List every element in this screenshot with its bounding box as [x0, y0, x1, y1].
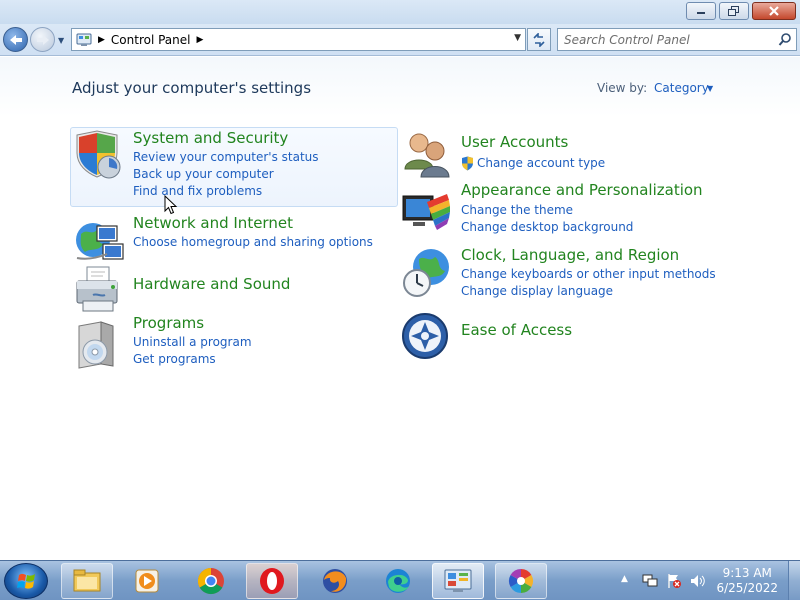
window-controls: [683, 2, 796, 20]
link-change-desktop-background[interactable]: Change desktop background: [461, 220, 633, 234]
close-icon: [769, 6, 779, 16]
taskbar-media-player-button[interactable]: [121, 563, 173, 599]
forward-button[interactable]: [30, 27, 55, 52]
ease-of-access-icon: [402, 313, 448, 359]
show-hidden-icons-arrow-icon[interactable]: ▲: [621, 574, 628, 584]
minimize-icon: [697, 12, 705, 14]
category-user-accounts[interactable]: User Accounts Change account type: [401, 129, 731, 185]
control-panel-content: Adjust your computer's settings View by:…: [0, 57, 800, 560]
search-icon[interactable]: [778, 32, 792, 47]
media-player-icon: [135, 569, 159, 593]
view-by-dropdown[interactable]: Category: [654, 81, 709, 95]
monitor-palette-icon: [402, 194, 450, 230]
opera-icon: [260, 568, 284, 594]
category-ease-of-access[interactable]: Ease of Access: [401, 310, 731, 362]
link-change-display-language[interactable]: Change display language: [461, 284, 613, 298]
control-panel-small-icon: [76, 33, 92, 46]
clock-globe-icon: [403, 249, 449, 297]
view-by-label: View by:: [597, 81, 648, 95]
category-title[interactable]: Ease of Access: [461, 321, 572, 339]
taskbar-control-panel-button[interactable]: [432, 563, 484, 599]
network-icon[interactable]: [642, 573, 658, 589]
firefox-icon: [323, 569, 347, 593]
users-icon: [404, 133, 450, 178]
link-change-account-type[interactable]: Change account type: [477, 156, 605, 170]
breadcrumb-control-panel[interactable]: Control Panel: [111, 33, 191, 47]
back-button[interactable]: [3, 27, 28, 52]
link-homegroup-sharing[interactable]: Choose homegroup and sharing options: [133, 235, 373, 249]
photos-icon: [508, 569, 534, 593]
restore-icon: [728, 6, 739, 16]
printer-icon: [76, 266, 118, 312]
refresh-button[interactable]: [527, 28, 551, 51]
back-arrow-icon: [9, 34, 22, 45]
chrome-icon: [197, 567, 224, 595]
programs-icon: [78, 321, 114, 369]
action-center-flag-icon[interactable]: [666, 573, 682, 589]
category-title[interactable]: Clock, Language, and Region: [461, 246, 679, 264]
category-title[interactable]: System and Security: [133, 129, 288, 147]
link-change-theme[interactable]: Change the theme: [461, 203, 573, 217]
taskbar: ▲ 9:13 AM 6/25/2022: [0, 560, 800, 600]
link-find-fix-problems[interactable]: Find and fix problems: [133, 184, 262, 198]
category-programs[interactable]: Programs Uninstall a program Get program…: [73, 314, 393, 374]
address-dropdown-icon[interactable]: ▼: [514, 33, 521, 43]
page-title: Adjust your computer's settings: [72, 79, 312, 97]
taskbar-edge-button[interactable]: [372, 563, 424, 599]
window-title-bar[interactable]: [0, 0, 800, 24]
start-button[interactable]: [4, 563, 48, 599]
edge-icon: [386, 569, 410, 593]
address-bar: ▼ ▶ Control Panel ▶ ▼: [0, 24, 800, 56]
link-change-keyboards[interactable]: Change keyboards or other input methods: [461, 267, 716, 281]
taskbar-opera-button[interactable]: [246, 563, 298, 599]
globe-network-icon: [76, 223, 124, 260]
file-explorer-icon: [73, 569, 101, 592]
search-input[interactable]: [558, 29, 758, 50]
volume-icon[interactable]: [690, 573, 706, 589]
taskbar-firefox-button[interactable]: [309, 563, 361, 599]
view-by-dropdown-arrow-icon[interactable]: ▼: [707, 84, 713, 93]
control-panel-icon: [444, 569, 472, 592]
breadcrumb-root-arrow-icon[interactable]: ▶: [98, 35, 105, 45]
category-title[interactable]: User Accounts: [461, 133, 568, 151]
category-title[interactable]: Network and Internet: [133, 214, 293, 232]
category-title[interactable]: Hardware and Sound: [133, 275, 290, 293]
mouse-cursor-icon: [164, 195, 178, 215]
category-network-and-internet[interactable]: Network and Internet Choose homegroup an…: [73, 214, 393, 264]
taskbar-photos-button[interactable]: [495, 563, 547, 599]
link-get-programs[interactable]: Get programs: [133, 352, 216, 366]
link-review-status[interactable]: Review your computer's status: [133, 150, 319, 164]
category-hardware-and-sound[interactable]: Hardware and Sound: [73, 265, 393, 321]
show-desktop-button[interactable]: [788, 561, 800, 600]
category-appearance-and-personalization[interactable]: Appearance and Personalization Change th…: [401, 181, 731, 240]
clock-time: 9:13 AM: [722, 566, 772, 580]
taskbar-chrome-button[interactable]: [185, 563, 237, 599]
category-clock-language-region[interactable]: Clock, Language, and Region Change keybo…: [401, 246, 731, 303]
close-button[interactable]: [752, 2, 796, 20]
taskbar-clock[interactable]: 9:13 AM 6/25/2022: [716, 566, 778, 596]
category-system-and-security[interactable]: System and Security Review your computer…: [73, 129, 393, 209]
uac-shield-icon: [462, 156, 473, 171]
breadcrumb-arrow-icon[interactable]: ▶: [197, 35, 204, 45]
restore-button[interactable]: [719, 2, 749, 20]
minimize-button[interactable]: [686, 2, 716, 20]
category-title[interactable]: Programs: [133, 314, 204, 332]
clock-date: 6/25/2022: [716, 581, 778, 595]
category-title[interactable]: Appearance and Personalization: [461, 181, 703, 199]
windows-logo-icon: [17, 573, 35, 589]
address-field[interactable]: ▶ Control Panel ▶ ▼: [71, 28, 526, 51]
link-backup[interactable]: Back up your computer: [133, 167, 274, 181]
link-uninstall-program[interactable]: Uninstall a program: [133, 335, 252, 349]
recent-pages-dropdown-icon[interactable]: ▼: [58, 36, 64, 45]
taskbar-explorer-button[interactable]: [61, 563, 113, 599]
refresh-icon: [533, 32, 545, 47]
shield-icon: [76, 130, 121, 179]
forward-arrow-icon: [36, 34, 49, 45]
search-field[interactable]: [557, 28, 797, 51]
